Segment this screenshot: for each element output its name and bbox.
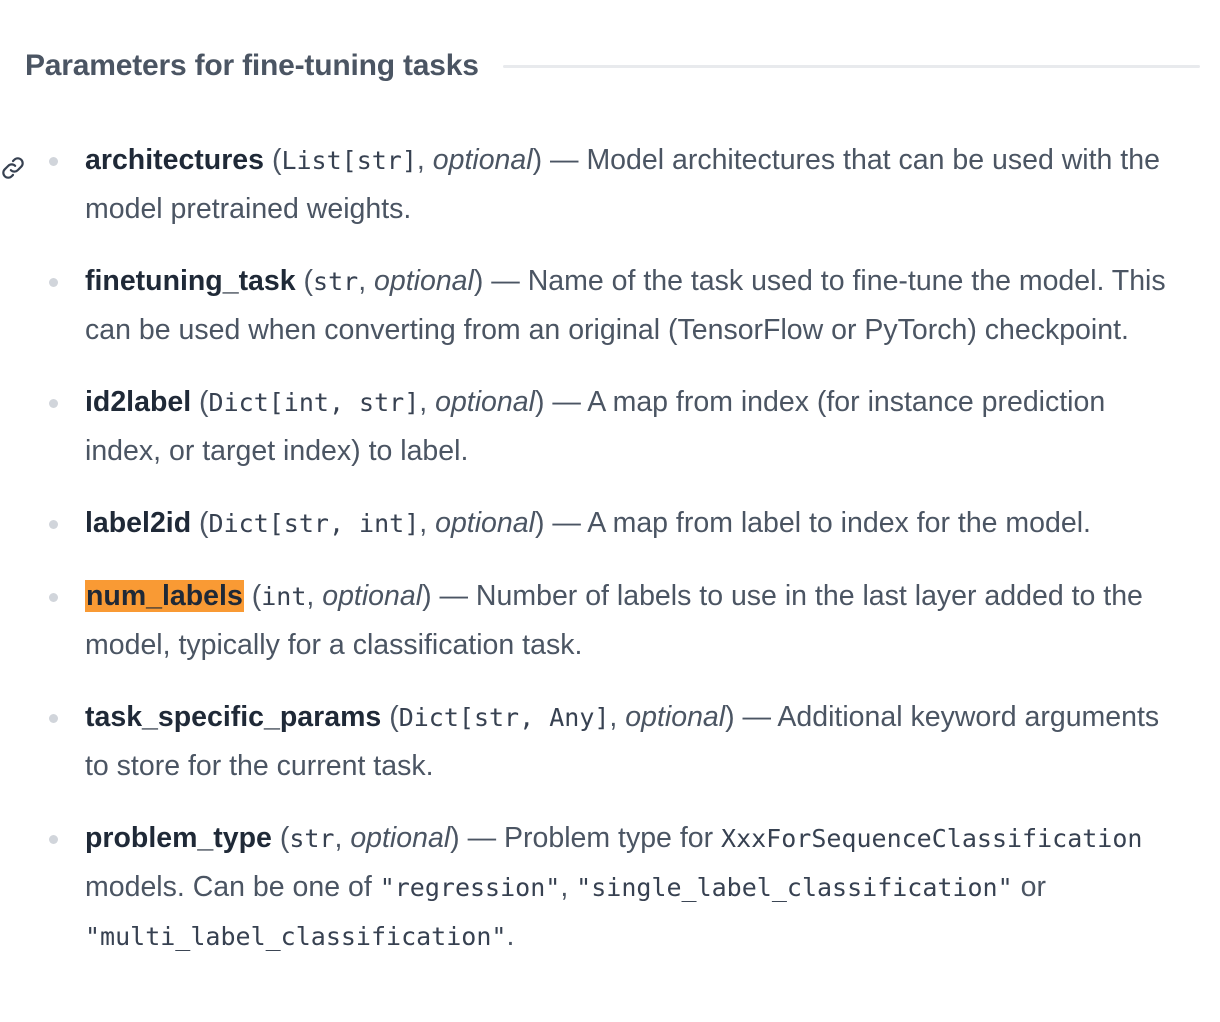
- param-name-highlighted: num_labels: [85, 580, 244, 612]
- bullet: [49, 593, 58, 602]
- param-name: id2label: [85, 386, 192, 418]
- param-finetuning-task: finetuning_task (str, optional) — Name o…: [0, 257, 1220, 354]
- param-type: List[str]: [281, 146, 417, 175]
- bullet: [49, 520, 58, 529]
- optional-label: optional: [435, 386, 535, 418]
- value-single-label: "single_label_classification": [576, 873, 1013, 902]
- bullet: [49, 278, 58, 287]
- period: .: [506, 920, 515, 952]
- param-type: str: [289, 824, 335, 853]
- param-type: int: [261, 582, 307, 611]
- bullet: [49, 714, 58, 723]
- dash: —: [431, 580, 476, 612]
- close-paren: ): [450, 822, 460, 854]
- value-multi-label: "multi_label_classification": [85, 922, 507, 951]
- value-regression: "regression": [379, 873, 561, 902]
- param-architectures: architectures (List[str], optional) — Mo…: [0, 136, 1220, 233]
- param-name: problem_type: [85, 822, 272, 854]
- param-type: Dict[int, str]: [208, 388, 420, 417]
- param-task-specific-params: task_specific_params (Dict[str, Any], op…: [0, 693, 1220, 790]
- param-description-text: Problem type for: [504, 822, 714, 854]
- dash: —: [459, 822, 504, 854]
- open-paren: (: [251, 580, 262, 612]
- open-paren: (: [271, 144, 282, 176]
- comma: ,: [358, 265, 375, 297]
- param-description-text: or: [1020, 871, 1046, 903]
- optional-label: optional: [432, 144, 533, 176]
- dash: —: [544, 507, 588, 539]
- dash: —: [483, 265, 528, 297]
- param-type: Dict[str, int]: [208, 509, 420, 538]
- param-problem-type: problem_type (str, optional) — Problem t…: [0, 814, 1220, 961]
- comma: ,: [306, 580, 323, 612]
- optional-label: optional: [350, 822, 451, 854]
- optional-label: optional: [374, 265, 474, 297]
- section-divider: [502, 64, 1200, 68]
- param-type: str: [313, 267, 359, 296]
- param-description: A map from label to index for the model.: [587, 507, 1091, 539]
- comma: ,: [334, 822, 351, 854]
- optional-label: optional: [435, 507, 535, 539]
- section-header: Parameters for fine-tuning tasks: [25, 40, 1200, 92]
- open-paren: (: [279, 822, 290, 854]
- param-id2label: id2label (Dict[int, str], optional) — A …: [0, 378, 1220, 475]
- close-paren: ): [473, 265, 484, 297]
- param-name: task_specific_params: [85, 701, 382, 733]
- bullet: [49, 399, 58, 408]
- link-icon[interactable]: [0, 148, 26, 179]
- comma: ,: [416, 144, 433, 176]
- dash: —: [542, 144, 587, 176]
- close-paren: ): [532, 144, 543, 176]
- param-name: label2id: [85, 507, 192, 539]
- comma: ,: [419, 507, 436, 539]
- optional-label: optional: [625, 701, 726, 733]
- optional-label: optional: [322, 580, 423, 612]
- class-name-code: XxxForSequenceClassification: [721, 824, 1143, 853]
- param-name: architectures: [85, 144, 265, 176]
- open-paren: (: [303, 265, 314, 297]
- open-paren: (: [199, 507, 209, 539]
- close-paren: ): [725, 701, 735, 733]
- param-name: finetuning_task: [85, 265, 296, 297]
- close-paren: ): [422, 580, 432, 612]
- param-description: Number of labels to use in the last laye…: [85, 580, 1143, 661]
- dash: —: [544, 386, 588, 418]
- bullet: [49, 157, 58, 166]
- bullet: [49, 835, 58, 844]
- param-type: Dict[str, Any]: [398, 703, 610, 732]
- param-description-text: models. Can be one of: [85, 871, 372, 903]
- comma: ,: [419, 386, 436, 418]
- parameter-list: architectures (List[str], optional) — Mo…: [0, 136, 1220, 985]
- param-label2id: label2id (Dict[str, int], optional) — A …: [0, 499, 1220, 548]
- section-title: Parameters for fine-tuning tasks: [25, 49, 479, 82]
- open-paren: (: [389, 701, 399, 733]
- comma: ,: [609, 701, 626, 733]
- comma: ,: [560, 871, 569, 903]
- open-paren: (: [199, 386, 209, 418]
- param-num-labels: num_labels (int, optional) — Number of l…: [0, 572, 1220, 669]
- dash: —: [734, 701, 778, 733]
